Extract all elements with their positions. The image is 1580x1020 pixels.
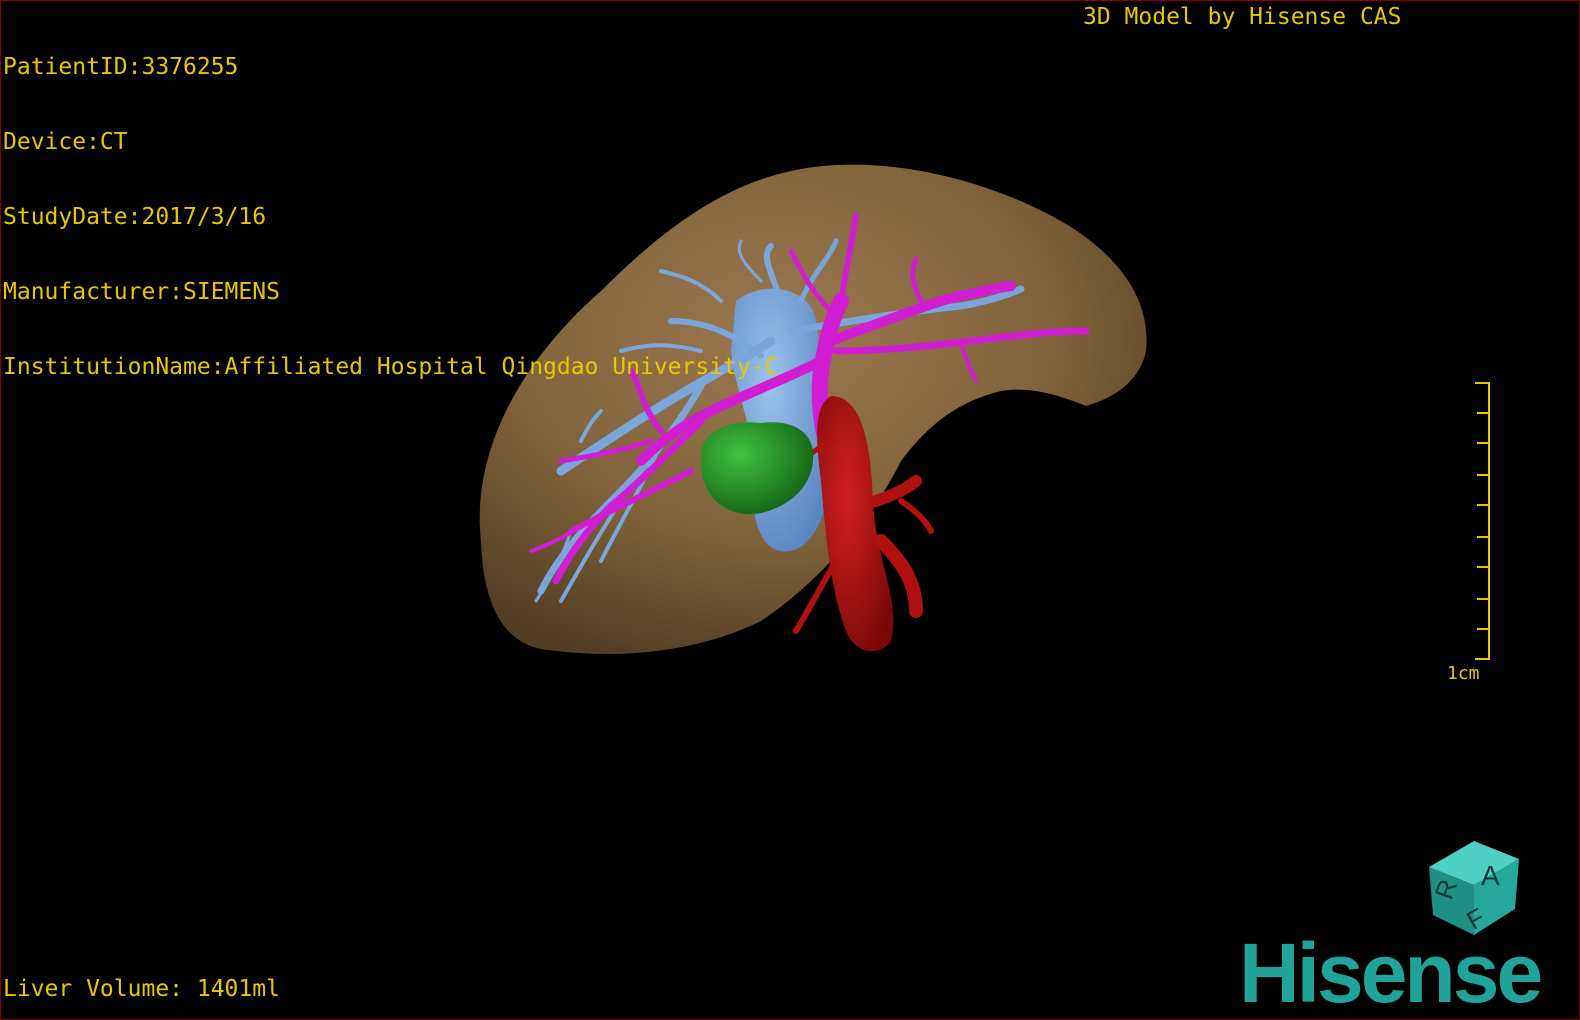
scale-bar-label: 1cm [1447,663,1480,684]
liver-volume-label: Liver Volume: 1401ml [3,976,280,1002]
scale-bar [1475,382,1490,660]
dicom-info-block: PatientID:3376255 Device:CT StudyDate:20… [3,5,778,430]
orientation-cube-icon[interactable]: A R F [1419,837,1529,937]
patient-id-label: PatientID:3376255 [3,54,239,80]
device-label: Device:CT [3,129,128,155]
study-date-label: StudyDate:2017/3/16 [3,204,267,230]
model-credit-label: 3D Model by Hisense CAS [1083,4,1402,30]
3d-viewport[interactable]: PatientID:3376255 Device:CT StudyDate:20… [0,0,1580,1020]
hisense-logo: Hisense [1239,926,1543,1020]
manufacturer-label: Manufacturer:SIEMENS [3,279,280,305]
institution-label: InstitutionName:Affiliated Hospital Qing… [3,354,779,380]
cube-face-a: A [1481,860,1500,891]
